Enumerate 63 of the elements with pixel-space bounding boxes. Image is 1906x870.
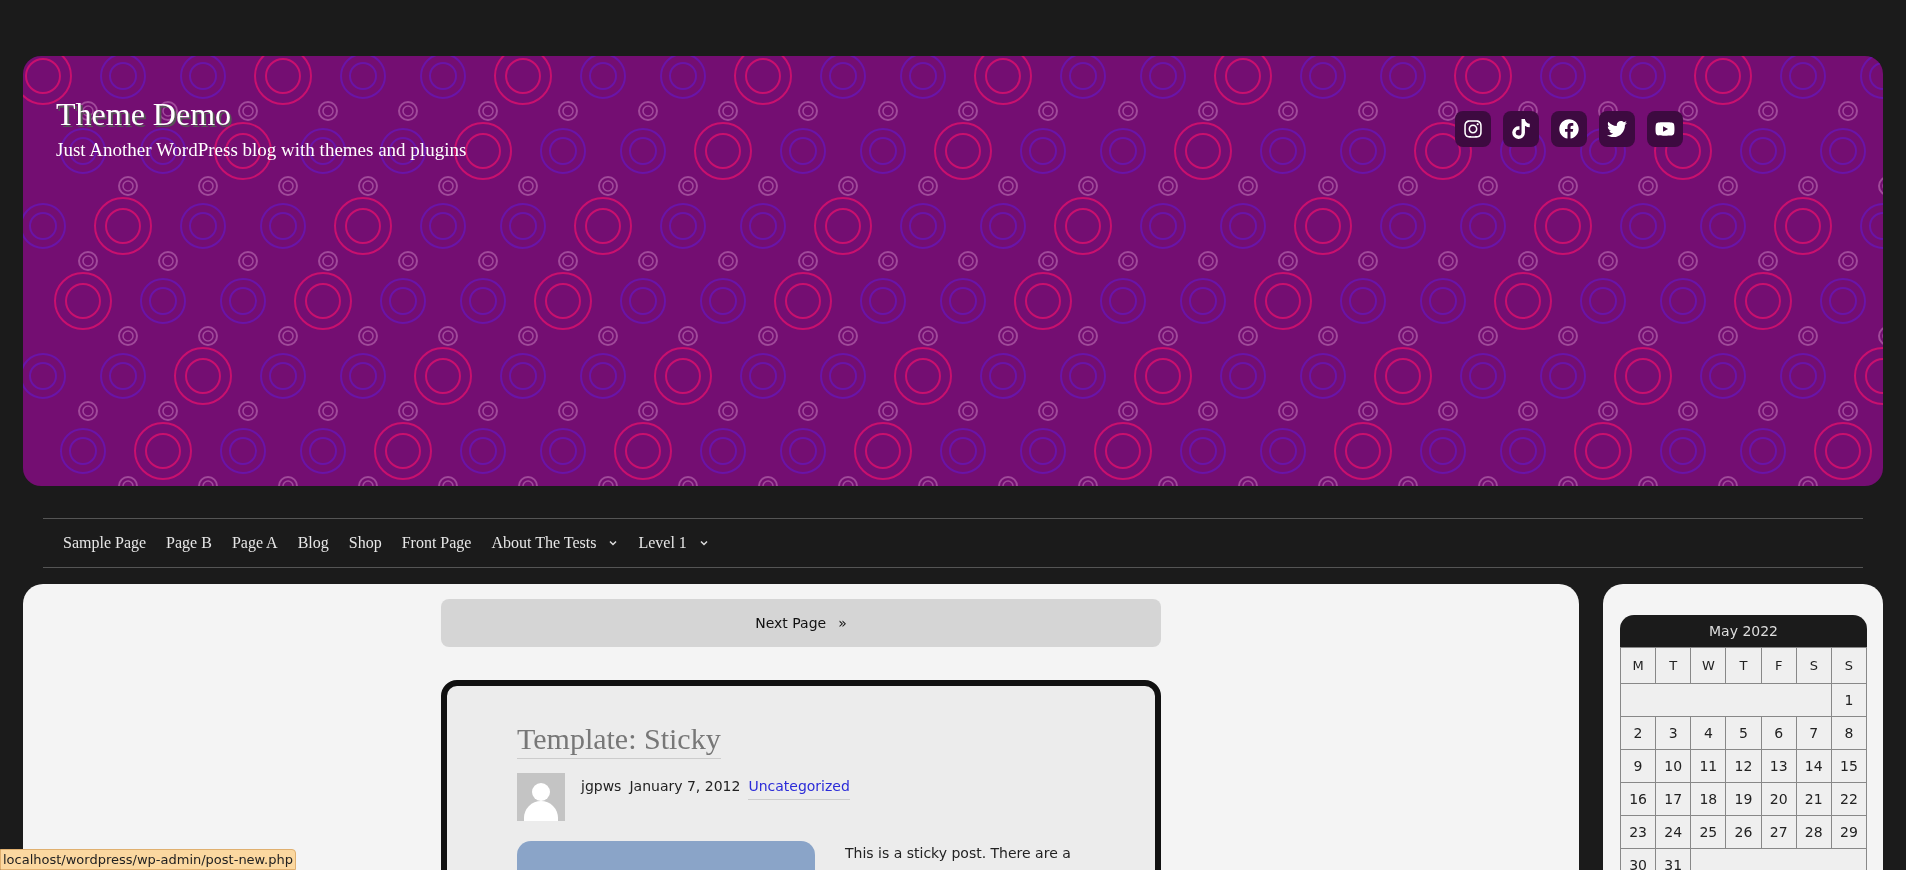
calendar-day: 16: [1620, 782, 1656, 816]
calendar-day: 2: [1620, 716, 1656, 750]
chevron-down-icon: [698, 538, 709, 548]
calendar-day: 9: [1620, 749, 1656, 783]
calendar-day: 15: [1831, 749, 1867, 783]
calendar-day: 7: [1796, 716, 1832, 750]
site-title[interactable]: Theme Demo: [56, 94, 467, 134]
calendar-day: 29: [1831, 815, 1867, 849]
nav-link[interactable]: Level 1: [638, 531, 687, 555]
calendar-caption: May 2022: [1620, 615, 1867, 647]
nav-link[interactable]: Shop: [348, 531, 382, 555]
next-page-link[interactable]: Next Page »: [441, 599, 1161, 647]
calendar-day: 17: [1655, 782, 1691, 816]
calendar-day: 19: [1725, 782, 1762, 816]
calendar-day: 6: [1761, 716, 1797, 750]
calendar-day: 8: [1831, 716, 1867, 750]
calendar-day: 28: [1796, 815, 1832, 849]
weekday-header: S: [1831, 647, 1867, 684]
weekday-header: S: [1796, 647, 1832, 684]
post-excerpt: This is a sticky post. There are a: [845, 843, 1071, 863]
tiktok-icon[interactable]: [1503, 111, 1539, 147]
site-tagline: Just Another WordPress blog with themes and plugins: [56, 138, 467, 162]
calendar-day: 5: [1725, 716, 1762, 750]
calendar-day: 18: [1690, 782, 1726, 816]
calendar-day: 3: [1655, 716, 1691, 750]
twitter-icon[interactable]: [1599, 111, 1635, 147]
status-bar-url: localhost/wordpress/wp-admin/post-new.php: [0, 848, 296, 870]
post-author[interactable]: jgpws: [581, 775, 622, 800]
nav-link[interactable]: Front Page: [401, 531, 472, 555]
category-link[interactable]: Uncategorized: [748, 775, 850, 800]
facebook-icon[interactable]: [1551, 111, 1587, 147]
calendar-day: 22: [1831, 782, 1867, 816]
calendar-day: 12: [1725, 749, 1762, 783]
calendar-day: 20: [1761, 782, 1797, 816]
calendar-day: 21: [1796, 782, 1832, 816]
calendar-day: 10: [1655, 749, 1691, 783]
nav-link[interactable]: About The Tests: [491, 531, 597, 555]
weekday-header: T: [1725, 647, 1762, 684]
avatar-placeholder: [517, 772, 565, 821]
weekday-header: M: [1620, 647, 1656, 684]
calendar-day: 11: [1690, 749, 1726, 783]
calendar-day: 23: [1620, 815, 1656, 849]
calendar-day: 14: [1796, 749, 1832, 783]
nav-link[interactable]: Sample Page: [63, 531, 147, 555]
nav-link[interactable]: Page B: [166, 531, 212, 555]
post-date[interactable]: January 7, 2012: [629, 775, 741, 800]
weekday-header: F: [1761, 647, 1797, 684]
weekday-header: W: [1690, 647, 1726, 684]
nav-link[interactable]: Blog: [297, 531, 329, 555]
nav-link[interactable]: Page A: [231, 531, 278, 555]
calendar-day: 13: [1761, 749, 1797, 783]
calendar-day: 27: [1761, 815, 1797, 849]
instagram-icon[interactable]: [1455, 111, 1491, 147]
calendar-day: 1: [1831, 683, 1867, 717]
calendar-day: 26: [1725, 815, 1762, 849]
calendar-day: 24: [1655, 815, 1691, 849]
youtube-icon[interactable]: [1647, 111, 1683, 147]
calendar-day: 30: [1620, 848, 1656, 870]
weekday-header: T: [1655, 647, 1691, 684]
calendar-day: 25: [1690, 815, 1726, 849]
calendar-day: 4: [1690, 716, 1726, 750]
chevron-down-icon: [608, 538, 619, 548]
post-title[interactable]: Template: Sticky: [517, 720, 721, 759]
